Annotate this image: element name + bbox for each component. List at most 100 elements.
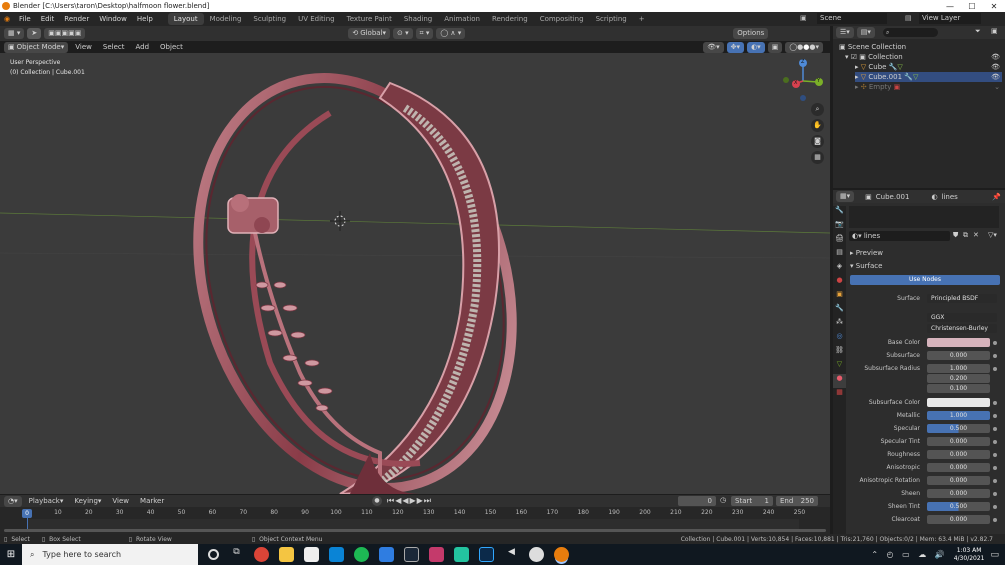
bsdf-value-field[interactable]: 0.500: [927, 424, 990, 433]
color-swatch[interactable]: [927, 338, 990, 347]
menu-window[interactable]: Window: [94, 15, 132, 23]
shading-modes[interactable]: ◯● ● ●▾: [785, 41, 823, 53]
new-collection-icon[interactable]: ▣: [991, 27, 998, 35]
bsdf-value-field[interactable]: 1.000: [927, 411, 990, 420]
node-socket-icon[interactable]: [993, 439, 997, 444]
tab-modeling[interactable]: Modeling: [204, 13, 248, 25]
menu-edit[interactable]: Edit: [36, 15, 60, 23]
clock[interactable]: 1:03 AM 4/30/2021: [954, 547, 985, 563]
gizmo-toggle[interactable]: ✥▾: [726, 41, 745, 53]
outliner-editor-type[interactable]: ☰▾: [836, 27, 854, 38]
blender-menu-icon[interactable]: ◉: [0, 15, 14, 23]
add-workspace-button[interactable]: +: [633, 13, 651, 25]
taskbar-search-input[interactable]: ⌕ Type here to search: [22, 544, 198, 565]
select-menu[interactable]: Select: [99, 42, 129, 53]
add-menu[interactable]: Add: [131, 42, 153, 53]
zoom-icon[interactable]: ⌕: [811, 103, 824, 116]
node-socket-icon[interactable]: [993, 491, 997, 496]
store-icon[interactable]: [304, 547, 319, 562]
bsdf-value-field[interactable]: 1.000: [927, 364, 990, 373]
bsdf-value-field[interactable]: 0.100: [927, 384, 990, 393]
selection-modes[interactable]: ▣▣▣▣▣: [44, 28, 86, 39]
tool-tab-icon[interactable]: 🔧: [833, 206, 846, 220]
grid-view-icon[interactable]: ▦: [811, 151, 824, 164]
playback-menu[interactable]: Playback ▾: [25, 496, 68, 507]
marker-menu[interactable]: Marker: [136, 496, 168, 507]
unity-icon[interactable]: [529, 547, 544, 562]
output-tab-icon[interactable]: 🖨: [833, 234, 846, 248]
cortana-icon[interactable]: [208, 549, 219, 560]
bsdf-value-field[interactable]: 0.000: [927, 463, 990, 472]
tab-animation[interactable]: Animation: [438, 13, 486, 25]
node-socket-icon[interactable]: [993, 353, 997, 358]
file-explorer-icon[interactable]: [279, 547, 294, 562]
select-tool-icon[interactable]: ➤: [27, 28, 42, 39]
minimize-button[interactable]: —: [939, 2, 961, 11]
bsdf-value-field[interactable]: 0.000: [927, 489, 990, 498]
outliner-row-scene[interactable]: ▣ Scene Collection: [839, 42, 906, 52]
tab-texture-paint[interactable]: Texture Paint: [341, 13, 398, 25]
node-socket-icon[interactable]: [993, 400, 997, 405]
system-tray[interactable]: ⌃ ◴ ▭ ☁ 🔊: [871, 550, 947, 559]
bsdf-value-field[interactable]: 0.000: [927, 351, 990, 360]
menu-render[interactable]: Render: [59, 15, 94, 23]
scene-tab-icon[interactable]: ◈: [833, 262, 846, 276]
pan-hand-icon[interactable]: ✋: [811, 119, 824, 132]
visibility-eye-icon[interactable]: 👁: [991, 52, 1000, 62]
object-mode-select[interactable]: ▣ Object Mode ▾: [4, 41, 69, 53]
photoshop-icon[interactable]: [479, 547, 494, 562]
app-blue-icon[interactable]: [379, 547, 394, 562]
tab-layout[interactable]: Layout: [167, 13, 204, 25]
particles-tab-icon[interactable]: ⁂: [833, 318, 846, 332]
messaging-icon[interactable]: [454, 547, 469, 562]
camera-icon[interactable]: ◙: [811, 135, 824, 148]
pin-icon[interactable]: 📌: [992, 193, 1001, 201]
surface-shader-select[interactable]: Principled BSDF: [927, 294, 997, 303]
bsdf-value-field[interactable]: 0.000: [927, 450, 990, 459]
preview-section[interactable]: ▸ Preview: [850, 249, 883, 257]
windows-start-icon[interactable]: ⊞: [0, 549, 22, 560]
bsdf-value-field[interactable]: 0.000: [927, 476, 990, 485]
menu-file[interactable]: File: [14, 15, 36, 23]
distribution-select[interactable]: GGX: [927, 313, 997, 322]
timeline-area[interactable]: 0 10 20 30 40 50 60 70 80 90 100 110 120 130 140 150 160…: [0, 507, 830, 534]
task-view-icon[interactable]: ⧉: [229, 547, 244, 562]
pivot-point-button[interactable]: ⊙ ▾: [393, 28, 413, 39]
node-socket-icon[interactable]: [993, 452, 997, 457]
maximize-button[interactable]: ☐: [961, 2, 983, 11]
fake-user-icon[interactable]: ⛊: [953, 231, 958, 240]
use-nodes-button[interactable]: Use Nodes: [850, 275, 1000, 285]
photos-icon[interactable]: [429, 547, 444, 562]
timeline-editor-type[interactable]: ◔▾: [4, 495, 22, 507]
transform-orientation-select[interactable]: ⟲ Global ▾: [348, 28, 391, 39]
outliner-row-empty[interactable]: ▸ ✣ Empty ▣ ⌄: [855, 82, 1002, 92]
tab-uv-editing[interactable]: UV Editing: [292, 13, 341, 25]
timeline-scrollbar[interactable]: [4, 529, 826, 532]
material-datablock[interactable]: ◐▾ lines: [849, 231, 950, 241]
snap-button[interactable]: ⌗ ▾: [415, 28, 434, 39]
menu-help[interactable]: Help: [132, 15, 158, 23]
duplicate-icon[interactable]: ⧉: [963, 231, 968, 240]
node-socket-icon[interactable]: [993, 478, 997, 483]
record-button[interactable]: ●: [372, 496, 382, 506]
visibility-icon[interactable]: 👁▾: [703, 41, 724, 53]
object-menu[interactable]: Object: [156, 42, 187, 53]
spotify-icon[interactable]: [354, 547, 369, 562]
close-button[interactable]: ✕: [983, 2, 1005, 11]
current-frame-field[interactable]: 0: [678, 496, 716, 506]
visibility-eye-icon[interactable]: 👁: [991, 72, 1000, 82]
tab-compositing[interactable]: Compositing: [534, 13, 590, 25]
node-socket-icon[interactable]: [993, 504, 997, 509]
node-socket-icon[interactable]: [993, 413, 997, 418]
color-swatch[interactable]: [927, 398, 990, 407]
timeline-view-menu[interactable]: View: [108, 496, 133, 507]
xray-toggle[interactable]: ▣: [767, 41, 783, 53]
tab-rendering[interactable]: Rendering: [486, 13, 534, 25]
material-slot-list[interactable]: [849, 206, 999, 228]
chrome-icon[interactable]: [254, 547, 269, 562]
notification-icon[interactable]: ▭: [990, 550, 999, 560]
properties-editor-type[interactable]: ▦▾: [836, 191, 855, 202]
navigation-gizmo[interactable]: Z Y X: [780, 58, 825, 103]
outliner-search-input[interactable]: ⌕: [883, 28, 938, 37]
outliner-row-collection[interactable]: ▾ ☑ ▣ Collection 👁: [845, 52, 1002, 62]
